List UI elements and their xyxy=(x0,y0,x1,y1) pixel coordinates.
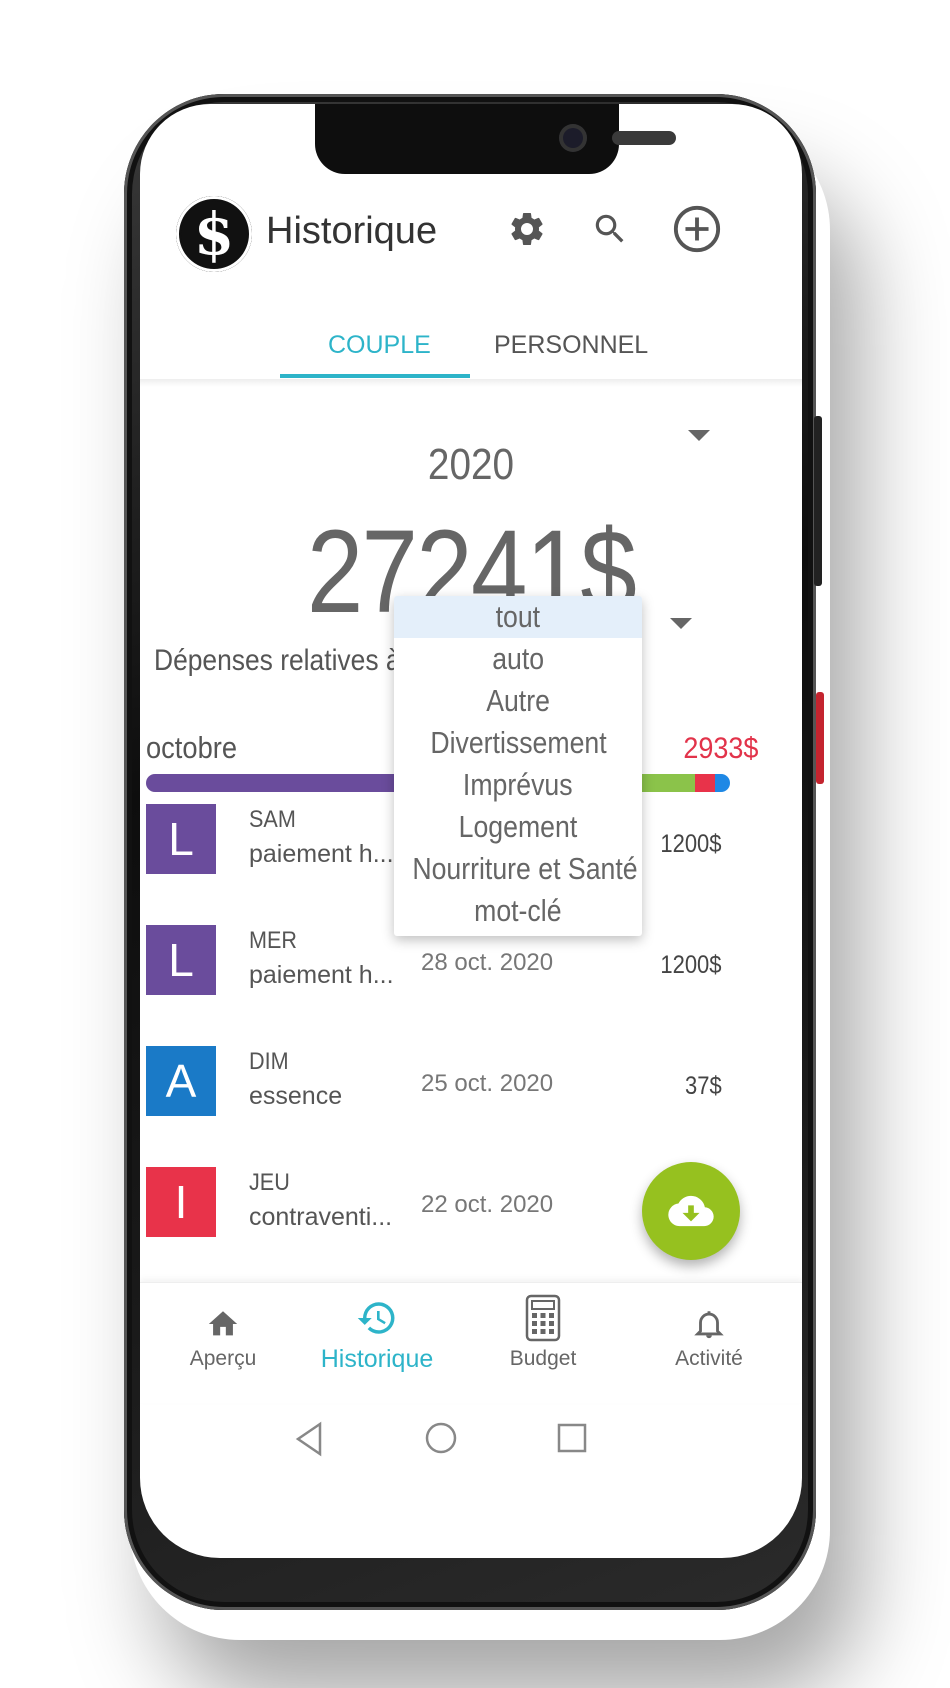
volume-button xyxy=(814,416,822,586)
system-navigation-bar xyxy=(140,1404,802,1474)
dropdown-option-auto[interactable]: auto xyxy=(394,638,642,680)
transaction-amount: 1200$ xyxy=(660,951,722,979)
bell-icon xyxy=(684,1299,734,1349)
search-icon[interactable] xyxy=(585,204,635,254)
power-button xyxy=(816,692,824,784)
dropdown-option-label: mot-clé xyxy=(474,893,562,928)
dropdown-option-label: Imprévus xyxy=(463,767,573,802)
year-dropdown-arrow-icon[interactable] xyxy=(688,430,710,441)
cloud-download-icon xyxy=(668,1195,714,1227)
home-icon xyxy=(198,1299,248,1349)
transaction-description: paiement h... xyxy=(249,961,394,989)
calculator-icon xyxy=(518,1293,568,1343)
transaction-amount: 37$ xyxy=(685,1072,722,1100)
tab-personnel[interactable]: PERSONNEL xyxy=(494,331,648,360)
nav-label: Activité xyxy=(675,1347,743,1370)
transaction-row[interactable]: L MER paiement h... 28 oct. 2020 1200$ xyxy=(140,925,802,1015)
nav-item-budget[interactable]: Budget xyxy=(460,1283,626,1393)
dropdown-option-logement[interactable]: Logement xyxy=(394,806,642,848)
dropdown-option-nourriture-sante[interactable]: Nourriture et Santé xyxy=(394,848,642,890)
recents-icon[interactable] xyxy=(554,1420,590,1456)
transaction-description: contraventi... xyxy=(249,1203,393,1231)
dropdown-option-label: auto xyxy=(492,641,544,676)
nav-label: Budget xyxy=(509,1347,577,1370)
transaction-row[interactable]: A DIM essence 25 oct. 2020 37$ xyxy=(140,1046,802,1136)
filter-dropdown-arrow-icon[interactable] xyxy=(670,618,692,629)
earpiece-speaker xyxy=(612,131,676,145)
transaction-day: DIM xyxy=(249,1048,289,1075)
nav-item-apercu[interactable]: Aperçu xyxy=(140,1283,306,1393)
month-total: 2933$ xyxy=(682,732,758,765)
nav-label: Historique xyxy=(320,1345,434,1373)
category-avatar: A xyxy=(146,1046,216,1116)
history-icon xyxy=(352,1293,402,1343)
phone-screen: $ Historique COUPLE PERSONNEL 2020 27241… xyxy=(140,104,802,1558)
front-camera xyxy=(559,124,587,152)
dropdown-option-imprevus[interactable]: Imprévus xyxy=(394,764,642,806)
transaction-day: JEU xyxy=(249,1169,290,1196)
transaction-description: paiement h... xyxy=(249,840,394,868)
dropdown-option-tout[interactable]: tout xyxy=(394,596,642,638)
transaction-date: 25 oct. 2020 xyxy=(421,1070,554,1097)
category-dropdown-menu: tout auto Autre Divertissement Imprévus … xyxy=(394,596,642,936)
dropdown-option-label: Autre xyxy=(486,683,550,718)
dropdown-option-label: Nourriture et Santé xyxy=(412,851,638,886)
app-logo: $ xyxy=(176,196,252,272)
bar-segment-imprevus xyxy=(694,774,716,792)
add-circle-icon[interactable] xyxy=(672,204,722,254)
logo-text: $ xyxy=(193,200,235,268)
bar-segment-auto xyxy=(715,774,730,792)
tab-bar: COUPLE PERSONNEL xyxy=(140,289,802,380)
category-avatar: I xyxy=(146,1167,216,1237)
dropdown-option-autre[interactable]: Autre xyxy=(394,680,642,722)
nav-item-activite[interactable]: Activité xyxy=(626,1283,792,1393)
bottom-navigation: Aperçu Historique Budget Activité xyxy=(140,1282,802,1403)
download-fab-button[interactable] xyxy=(642,1162,740,1260)
dropdown-option-divertissement[interactable]: Divertissement xyxy=(394,722,642,764)
nav-label: Aperçu xyxy=(189,1347,257,1370)
home-circle-icon[interactable] xyxy=(423,1420,459,1456)
transaction-amount: 1200$ xyxy=(660,830,722,858)
page-title: Historique xyxy=(266,210,438,252)
transaction-date: 28 oct. 2020 xyxy=(421,949,554,976)
back-icon[interactable] xyxy=(292,1420,326,1458)
active-tab-indicator xyxy=(280,374,470,378)
dropdown-option-label: tout xyxy=(495,599,541,634)
year-selector[interactable]: 2020 xyxy=(180,440,763,490)
transaction-date: 22 oct. 2020 xyxy=(421,1191,554,1218)
month-name: octobre xyxy=(146,730,237,765)
tab-shadow xyxy=(140,379,802,387)
dropdown-option-label: Logement xyxy=(458,809,578,844)
gear-icon[interactable] xyxy=(502,204,552,254)
category-avatar: L xyxy=(146,804,216,874)
filter-label: Dépenses relatives à xyxy=(154,644,401,677)
dropdown-option-mot-cle[interactable]: mot-clé xyxy=(394,890,642,932)
transaction-description: essence xyxy=(249,1082,343,1110)
category-avatar: L xyxy=(146,925,216,995)
notch xyxy=(315,104,676,174)
tab-couple[interactable]: COUPLE xyxy=(328,331,431,360)
nav-item-historique[interactable]: Historique xyxy=(294,1283,460,1393)
transaction-day: SAM xyxy=(249,806,296,833)
transaction-day: MER xyxy=(249,927,298,954)
dropdown-option-label: Divertissement xyxy=(429,725,607,760)
